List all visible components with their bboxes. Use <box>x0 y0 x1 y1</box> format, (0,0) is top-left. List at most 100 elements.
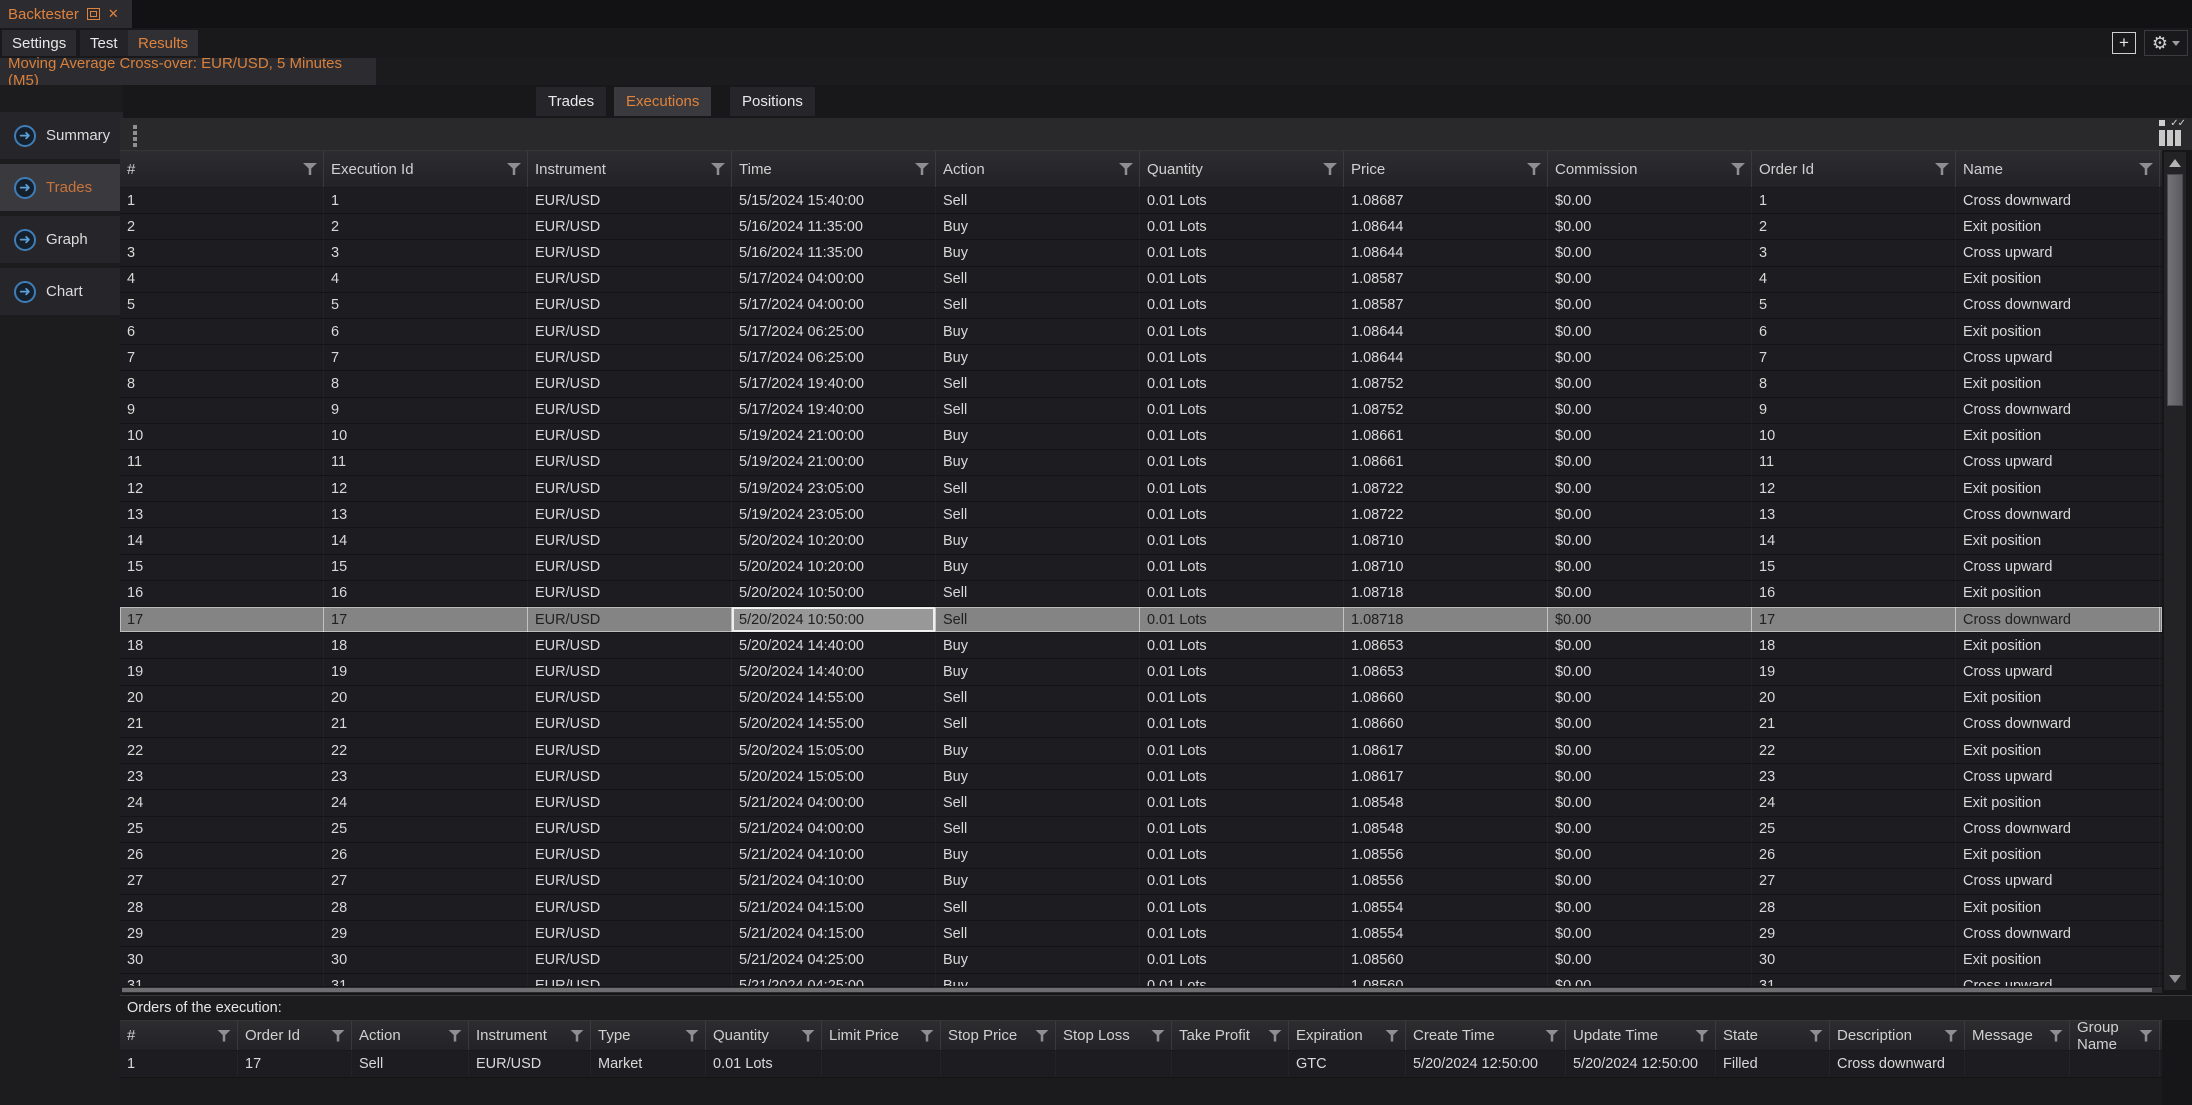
cell[interactable]: 22 <box>324 738 528 763</box>
filter-funnel-icon[interactable] <box>1695 1030 1709 1042</box>
cell[interactable]: 0.01 Lots <box>1140 450 1344 475</box>
cell[interactable]: 1.08661 <box>1344 450 1548 475</box>
column-header-type[interactable]: Type <box>591 1021 706 1050</box>
column-header--[interactable]: # <box>120 151 324 187</box>
cell[interactable]: 21 <box>1752 712 1956 737</box>
cell[interactable]: 1 <box>1752 188 1956 213</box>
cell[interactable]: 16 <box>324 581 528 606</box>
column-header-stop-loss[interactable]: Stop Loss <box>1056 1021 1172 1050</box>
cell[interactable]: 23 <box>324 764 528 789</box>
cell[interactable]: 22 <box>120 738 324 763</box>
column-header-limit-price[interactable]: Limit Price <box>822 1021 941 1050</box>
cell[interactable]: 31 <box>324 974 528 986</box>
cell[interactable] <box>2070 1051 2160 1077</box>
cell[interactable]: 27 <box>324 869 528 894</box>
column-header-time[interactable]: Time <box>732 151 936 187</box>
scroll-up-icon[interactable] <box>2169 159 2181 167</box>
cell[interactable]: 27 <box>120 869 324 894</box>
cell[interactable]: Sell <box>936 581 1140 606</box>
cell[interactable]: Sell <box>352 1051 469 1077</box>
filter-funnel-icon[interactable] <box>711 163 725 175</box>
cell[interactable]: 0.01 Lots <box>1140 607 1344 632</box>
cell[interactable]: 18 <box>1752 633 1956 658</box>
close-tab-icon[interactable]: ✕ <box>108 6 119 22</box>
cell[interactable]: 5/21/2024 04:25:00 <box>732 974 936 986</box>
cell[interactable]: 5/17/2024 04:00:00 <box>732 293 936 318</box>
column-header-update-time[interactable]: Update Time <box>1566 1021 1716 1050</box>
cell[interactable]: Exit position <box>1956 528 2160 553</box>
cell[interactable]: Buy <box>936 947 1140 972</box>
cell[interactable]: 1.08644 <box>1344 345 1548 370</box>
cell[interactable]: 1.08556 <box>1344 843 1548 868</box>
filter-funnel-icon[interactable] <box>1935 163 1949 175</box>
cell[interactable]: 1.08554 <box>1344 921 1548 946</box>
cell[interactable]: Buy <box>936 424 1140 449</box>
cell[interactable]: 1.08644 <box>1344 319 1548 344</box>
cell[interactable]: $0.00 <box>1548 450 1752 475</box>
table-row[interactable]: 2424EUR/USD5/21/2024 04:00:00Sell0.01 Lo… <box>120 790 2162 816</box>
cell[interactable]: 1 <box>120 1051 238 1077</box>
cell[interactable]: 29 <box>1752 921 1956 946</box>
cell[interactable]: 4 <box>1752 267 1956 292</box>
filter-funnel-icon[interactable] <box>920 1030 934 1042</box>
cell[interactable]: 5 <box>324 293 528 318</box>
cell[interactable]: 4 <box>324 267 528 292</box>
cell[interactable]: 25 <box>324 817 528 842</box>
cell[interactable]: EUR/USD <box>528 817 732 842</box>
filter-funnel-icon[interactable] <box>2139 163 2153 175</box>
table-row[interactable]: 66EUR/USD5/17/2024 06:25:00Buy0.01 Lots1… <box>120 319 2162 345</box>
cell[interactable]: 2 <box>120 214 324 239</box>
cell[interactable]: 5/20/2024 14:40:00 <box>732 633 936 658</box>
filter-funnel-icon[interactable] <box>331 1030 345 1042</box>
cell[interactable]: 9 <box>120 398 324 423</box>
cell[interactable]: Sell <box>936 607 1140 632</box>
table-row[interactable]: 44EUR/USD5/17/2024 04:00:00Sell0.01 Lots… <box>120 267 2162 293</box>
cell[interactable]: 20 <box>1752 686 1956 711</box>
cell[interactable]: $0.00 <box>1548 371 1752 396</box>
cell[interactable]: 6 <box>120 319 324 344</box>
cell[interactable]: $0.00 <box>1548 581 1752 606</box>
cell[interactable]: 11 <box>1752 450 1956 475</box>
cell[interactable]: 26 <box>120 843 324 868</box>
cell[interactable]: 0.01 Lots <box>1140 790 1344 815</box>
cell[interactable]: Cross upward <box>1956 240 2160 265</box>
filter-funnel-icon[interactable] <box>1268 1030 1282 1042</box>
cell[interactable]: 1.08718 <box>1344 581 1548 606</box>
cell[interactable]: EUR/USD <box>528 214 732 239</box>
cell[interactable]: EUR/USD <box>528 633 732 658</box>
cell[interactable]: 25 <box>120 817 324 842</box>
cell[interactable]: 12 <box>120 476 324 501</box>
cell[interactable]: Cross downward <box>1956 712 2160 737</box>
cell[interactable]: 10 <box>120 424 324 449</box>
cell[interactable]: EUR/USD <box>528 450 732 475</box>
cell[interactable]: Exit position <box>1956 214 2160 239</box>
cell[interactable]: 16 <box>1752 581 1956 606</box>
column-header-commission[interactable]: Commission <box>1548 151 1752 187</box>
cell[interactable]: 3 <box>120 240 324 265</box>
cell[interactable]: Filled <box>1716 1051 1830 1077</box>
table-row[interactable]: 3131EUR/USD5/21/2024 04:25:00Buy0.01 Lot… <box>120 974 2162 986</box>
strategy-title[interactable]: Moving Average Cross-over: EUR/USD, 5 Mi… <box>0 58 376 85</box>
table-row[interactable]: 22EUR/USD5/16/2024 11:35:00Buy0.01 Lots1… <box>120 214 2162 240</box>
cell[interactable]: $0.00 <box>1548 345 1752 370</box>
cell[interactable]: 29 <box>324 921 528 946</box>
cell[interactable]: 0.01 Lots <box>1140 188 1344 213</box>
cell[interactable]: Sell <box>936 712 1140 737</box>
filter-funnel-icon[interactable] <box>1323 163 1337 175</box>
cell[interactable]: EUR/USD <box>528 843 732 868</box>
cell[interactable]: Exit position <box>1956 843 2160 868</box>
filter-funnel-icon[interactable] <box>1035 1030 1049 1042</box>
cell[interactable]: EUR/USD <box>528 528 732 553</box>
cell[interactable]: 0.01 Lots <box>1140 214 1344 239</box>
cell[interactable]: EUR/USD <box>528 581 732 606</box>
cell[interactable]: 19 <box>120 659 324 684</box>
cell[interactable]: EUR/USD <box>528 607 732 632</box>
cell[interactable]: 1.08661 <box>1344 424 1548 449</box>
table-row[interactable]: 2929EUR/USD5/21/2024 04:15:00Sell0.01 Lo… <box>120 921 2162 947</box>
drag-grip-icon[interactable] <box>133 125 137 129</box>
cell[interactable]: 1 <box>120 188 324 213</box>
cell[interactable]: Buy <box>936 240 1140 265</box>
cell[interactable]: 5/19/2024 23:05:00 <box>732 502 936 527</box>
cell[interactable]: 1.08587 <box>1344 293 1548 318</box>
cell[interactable]: Cross downward <box>1956 502 2160 527</box>
